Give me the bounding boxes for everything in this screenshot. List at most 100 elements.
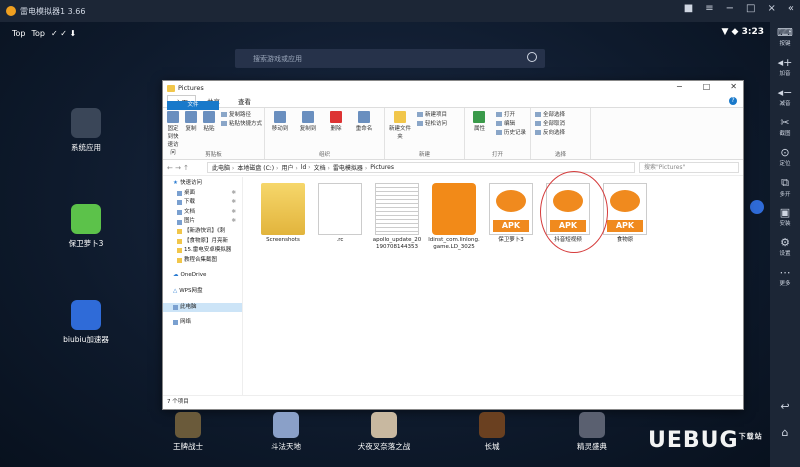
sidebar-install[interactable]: ▣ 安装 [770,202,800,232]
desktop-app-baoweiluobo[interactable]: 保卫萝卜3 [46,204,126,249]
tab-view[interactable]: 查看 [231,95,258,107]
android-status-bar: Top Top ✓ ✓ ⬇ ▼ ◆ 3:23 [0,22,770,44]
sidebar-screenshot[interactable]: ✂ 截图 [770,112,800,142]
breadcrumb-item[interactable]: 此电脑 [212,163,234,172]
file-item[interactable]: APK 保卫萝卜3 [485,183,537,244]
breadcrumb-item[interactable]: ld [301,164,311,171]
emulator-sidebar: ⌨ 按键 ◂+ 加音 ◂− 减音 ✂ 截图 ⊙ 定位 ⧉ 多开 ▣ 安装 ⚙ 设置 ⋯ 更多 ↩ … [770,22,800,467]
dock-app[interactable]: 斗法天地 [256,408,316,452]
edit-button[interactable]: 编辑 [496,120,526,129]
breadcrumb-item[interactable]: Pictures [370,164,394,171]
breadcrumb-item[interactable]: 雷电模拟器 [333,163,367,172]
file-item[interactable]: apollo_update_20190708144353 [371,183,423,251]
sidebar-keys[interactable]: ⌨ 按键 [770,22,800,52]
delete-button[interactable]: 删除 [325,111,347,132]
new-item-button[interactable]: 新建项目 [417,111,447,120]
desktop-app-biubiu[interactable]: biubiu加速器 [46,300,126,345]
nav-network[interactable]: 网络 [163,318,242,328]
maximize-button[interactable]: □ [746,3,755,14]
search-placeholder: 搜索游戏或应用 [253,54,302,63]
nav-item[interactable]: 桌面 ✱ [163,189,242,199]
folder-icon [261,183,305,235]
file-item[interactable]: .rc [314,183,366,244]
move-to-button[interactable]: 移动到 [269,111,291,132]
close-button[interactable]: × [767,3,775,14]
sidebar-multi[interactable]: ⧉ 多开 [770,172,800,202]
nav-item[interactable]: 15.雷电安卓模拟器 [163,246,242,256]
history-button[interactable]: 历史记录 [496,129,526,138]
nav-quick-access[interactable]: ★ 快速访问 [163,179,242,189]
nav-item[interactable]: 下载 ✱ [163,198,242,208]
nav-item[interactable]: 文档 ✱ [163,208,242,218]
properties-button[interactable]: 属性 [469,111,490,138]
open-button[interactable]: 打开 [496,111,526,120]
app-label: 王牌战士 [173,442,203,451]
file-name: .rc [336,237,344,243]
nav-item[interactable]: 教程合集截图 [163,256,242,266]
easy-access-button[interactable]: 轻松访问 [417,120,447,129]
nav-item[interactable]: 【新游快讯】《刺 [163,227,242,237]
menu-icon[interactable]: ≡ [705,3,713,14]
nav-onedrive[interactable]: ☁ OneDrive [163,271,242,281]
select-none-button[interactable]: 全部取消 [535,120,586,129]
folder-search-input[interactable]: 搜索"Pictures" [639,162,739,173]
back-icon[interactable]: ↩ [770,400,800,413]
emulator-title-bar: 雷电模拟器1 3.66 ■ ≡ − □ × « [0,0,800,22]
rename-button[interactable]: 重命名 [353,111,375,132]
nav-item[interactable]: 【食物原】月亮新 [163,237,242,247]
breadcrumb-item[interactable]: 文档 [314,163,330,172]
invert-selection-button[interactable]: 反向选择 [535,129,586,138]
expand-icon[interactable]: « [788,3,794,14]
dock-app[interactable]: 犬夜叉奈落之战 [354,408,414,452]
app-search-bar[interactable]: 搜索游戏或应用 [235,49,545,68]
dock-app[interactable]: 王牌战士 [158,408,218,452]
paste-icon [203,111,215,123]
close-button[interactable]: ✕ [730,82,737,91]
sidebar-volume-down[interactable]: ◂− 减音 [770,82,800,112]
copy-path-button[interactable]: 复制路径 [221,111,262,120]
game-icon [479,412,505,438]
desktop-app-system[interactable]: 系统应用 [46,108,126,153]
nav-item[interactable]: 图片 ✱ [163,217,242,227]
dock-app[interactable]: 长城 [462,408,522,452]
floating-ball-icon[interactable] [750,200,764,214]
home-icon[interactable]: ⌂ [770,426,800,439]
sidebar-location[interactable]: ⊙ 定位 [770,142,800,172]
file-icon [318,183,362,235]
nav-this-pc[interactable]: 此电脑 [163,302,242,313]
document-icon [375,183,419,235]
emulator-logo-icon [6,6,16,16]
ribbon-tabs: 文件 主页 共享 查看 ? [163,94,743,110]
maximize-button[interactable]: □ [703,82,711,91]
multi-window-icon: ⧉ [781,176,789,189]
new-folder-button[interactable]: 新建文件夹 [389,111,411,140]
minimize-button[interactable]: − [676,82,683,91]
breadcrumb-item[interactable]: 用户 [281,163,297,172]
sidebar-settings[interactable]: ⚙ 设置 [770,232,800,262]
paste-shortcut-button[interactable]: 粘贴快捷方式 [221,120,262,129]
nav-arrows[interactable]: ← → ↑ [167,164,203,172]
file-name: 食物原 [616,237,634,243]
apk-icon: APK [603,183,647,235]
sidebar-volume-up[interactable]: ◂+ 加音 [770,52,800,82]
game-icon [579,412,605,438]
nav-wps[interactable]: △ WPS网盘 [163,287,242,297]
folder-icon [167,84,175,92]
explorer-body: ★ 快速访问 桌面 ✱ 下载 ✱ 文档 ✱ 图片 ✱ 【新游快讯】《刺 【食物原】月亮新 … [163,171,743,395]
group-label: 剪贴板 [205,152,222,158]
ribbon-group-open: 属性 打开 编辑 历史记录 打开 [465,108,531,159]
file-item[interactable]: Screenshots [257,183,309,244]
minimize-button[interactable]: − [726,3,734,14]
breadcrumb-item[interactable]: 本地磁盘 (C:) [237,163,278,172]
sidebar-more[interactable]: ⋯ 更多 [770,262,800,292]
dock-app[interactable]: 精灵盛典 [562,408,622,452]
pin-icon [167,111,179,123]
gift-icon[interactable]: ■ [684,3,693,14]
help-icon[interactable]: ? [729,97,737,105]
file-item[interactable]: ldinst_com.linlong.game.LD_3025 [428,183,480,251]
search-icon[interactable] [527,52,537,62]
search-placeholder: 搜索"Pictures" [644,164,686,171]
explorer-title-bar: Pictures − □ ✕ [163,81,743,95]
select-all-button[interactable]: 全部选择 [535,111,586,120]
copy-to-button[interactable]: 复制到 [297,111,319,132]
